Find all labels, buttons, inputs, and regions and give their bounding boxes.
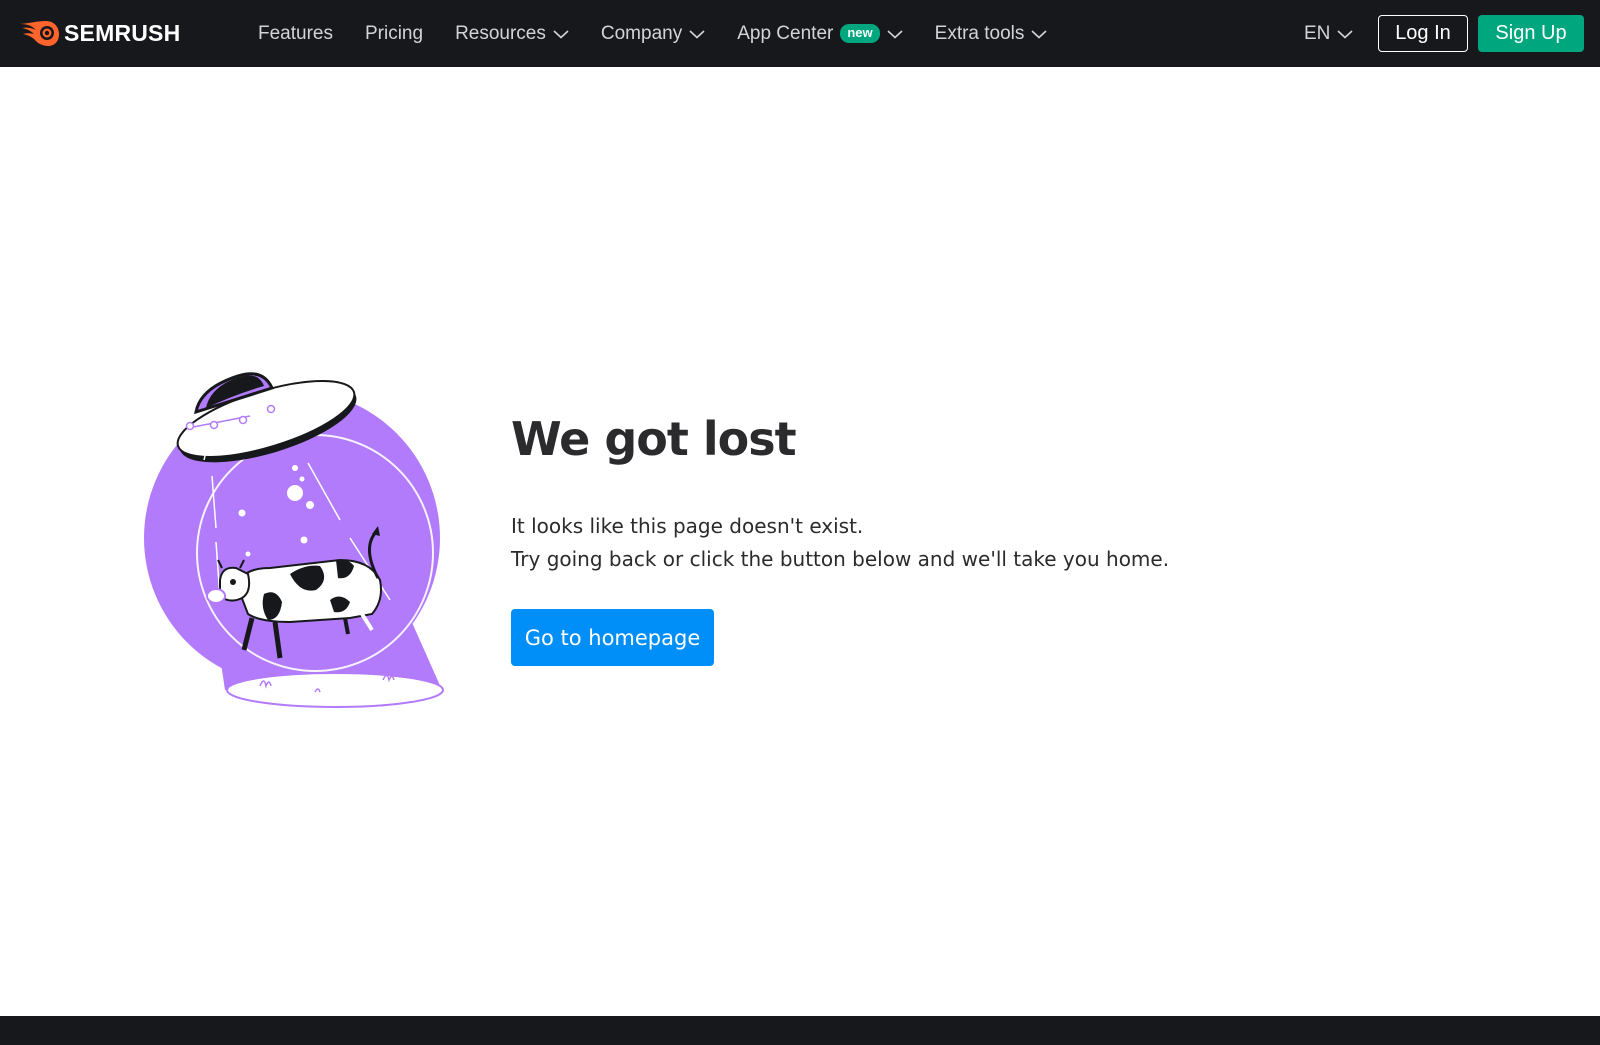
chevron-down-icon <box>1031 29 1047 39</box>
top-navigation-bar: SEMRUSH Features Pricing Resources Compa… <box>0 0 1600 67</box>
nav-item-extra-tools[interactable]: Extra tools <box>935 23 1048 45</box>
main-nav: Features Pricing Resources Company App C… <box>258 0 1079 67</box>
signup-button[interactable]: Sign Up <box>1478 15 1584 52</box>
nav-item-label: App Center <box>737 22 834 44</box>
page-description: It looks like this page doesn't exist. T… <box>511 510 1169 576</box>
nav-item-resources[interactable]: Resources <box>455 23 569 45</box>
semrush-flame-icon <box>20 21 59 46</box>
chevron-down-icon <box>887 29 903 39</box>
page-title: We got lost <box>511 412 797 466</box>
nav-item-label: Pricing <box>364 22 424 44</box>
nav-item-label: Company <box>600 22 683 44</box>
nav-item-label: Extra tools <box>934 22 1025 44</box>
nav-item-label: Features <box>258 22 333 44</box>
chevron-down-icon <box>1337 29 1353 39</box>
go-to-homepage-button[interactable]: Go to homepage <box>511 609 714 666</box>
nav-item-pricing[interactable]: Pricing <box>365 23 423 45</box>
nav-item-label: Resources <box>455 22 546 44</box>
chevron-down-icon <box>553 29 569 39</box>
chevron-down-icon <box>689 29 705 39</box>
semrush-logo[interactable]: SEMRUSH <box>18 18 180 48</box>
nav-item-features[interactable]: Features <box>258 23 333 45</box>
nav-item-company[interactable]: Company <box>601 23 705 45</box>
description-line: It looks like this page doesn't exist. <box>511 514 864 538</box>
new-badge: new <box>840 24 880 43</box>
language-label: EN <box>1304 22 1331 44</box>
logo-wordmark: SEMRUSH <box>64 19 181 46</box>
description-line: Try going back or click the button below… <box>511 547 1170 571</box>
language-selector[interactable]: EN <box>1304 0 1353 67</box>
ufo-abducting-cow-icon <box>144 372 444 708</box>
login-button[interactable]: Log In <box>1378 15 1468 52</box>
nav-item-app-center[interactable]: App Center new <box>737 22 903 45</box>
footer-strip <box>0 1016 1600 1045</box>
